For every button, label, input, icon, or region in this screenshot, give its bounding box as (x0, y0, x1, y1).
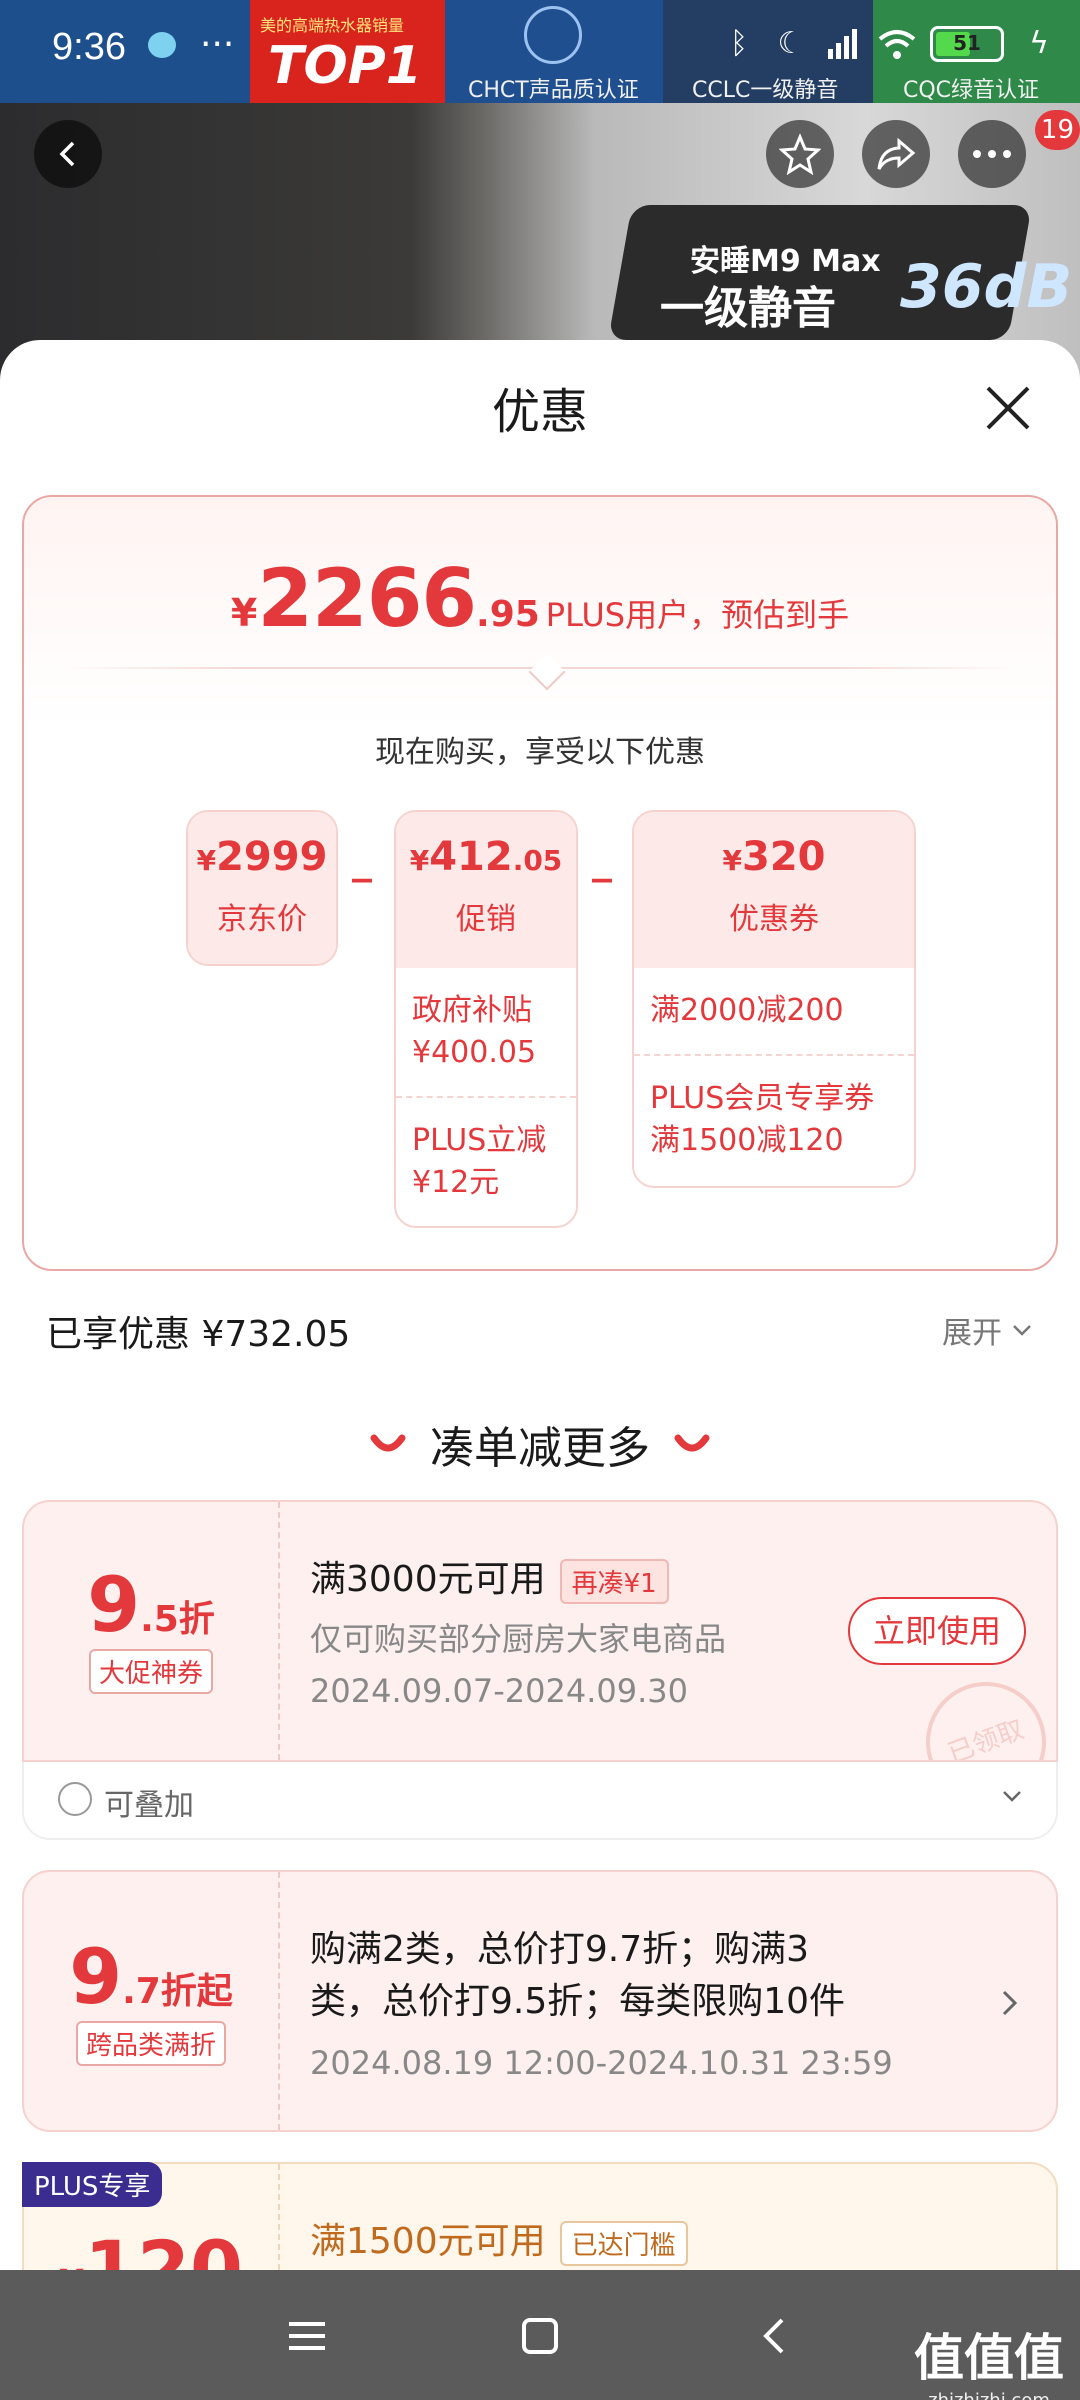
menu-nav-button[interactable] (277, 2306, 337, 2366)
stackable-row[interactable]: 可叠加 (22, 1762, 1058, 1840)
share-button[interactable] (862, 120, 930, 188)
coupon-gap-tag: 再凑¥1 (559, 1558, 669, 1604)
more-notifications-icon: ··· (200, 24, 235, 65)
coupon-title: 满1500元可用 已达门槛 (310, 2212, 688, 2266)
menu-icon (289, 2322, 325, 2350)
chevron-left-icon (59, 141, 75, 167)
chevron-down-icon (1003, 1791, 1021, 1802)
discount-sheet: 优惠 ¥2266.95 PLUS用户，预估到手 现在购买，享受以下优惠 ¥2999… (0, 340, 1080, 2270)
coupon-type-tag: 大促神券 (88, 1649, 213, 1694)
smile-decoration-icon (674, 1434, 710, 1452)
status-icons: ᛒ ☾ 51 ϟ (722, 26, 1056, 62)
claimed-stamp: 已领取 (909, 1665, 1056, 1760)
coupon-chip: ¥320 优惠券 满2000减200 PLUS会员专享券 满1500减120 (632, 810, 916, 1188)
coupon-date: 2024.08.19 12:00-2024.10.31 23:59 (310, 2044, 893, 2082)
plus-exclusive-badge: PLUS专享 (22, 2162, 163, 2207)
notification-bubble-icon (148, 32, 176, 58)
back-triangle-icon (763, 2318, 784, 2354)
coupon-card: ¥120 满1500元可用已达门槛 (22, 2162, 1058, 2270)
stack-icon (58, 1782, 92, 1816)
cert-seal-icon (524, 6, 582, 64)
minus-sign: _ (352, 837, 372, 883)
share-icon (877, 137, 916, 170)
coupon-title: 满3000元可用 再凑¥1 (310, 1550, 669, 1604)
close-icon (986, 386, 1030, 430)
enjoyed-discount: 已享优惠 ¥732.05 (46, 1314, 351, 1355)
battery-icon: 51 (930, 26, 1004, 62)
status-time: 9:36 (52, 26, 126, 68)
jd-price-chip: ¥2999 京东价 (186, 810, 338, 966)
watermark-logo: 值值值 zhizhizhi.com (914, 2329, 1064, 2400)
expand-button[interactable]: 展开 (942, 1308, 1034, 1352)
promo-row-gov-subsidy: 政府补贴 ¥400.05 (412, 993, 537, 1070)
breakdown-subtitle: 现在购买，享受以下优惠 (375, 735, 705, 770)
wifi-icon (878, 27, 916, 61)
charging-icon: ϟ (1029, 26, 1049, 61)
cert-caption-3: CQC绿音认证 (903, 78, 1040, 103)
coupon-discount: 9.7折起 跨品类满折 (24, 1872, 278, 2066)
home-nav-button[interactable] (510, 2306, 570, 2366)
coupon-desc: 仅可购买部分厨房大家电商品 (310, 1620, 727, 1658)
notification-count-badge: 19 (1034, 110, 1080, 150)
favorite-button[interactable] (766, 120, 834, 188)
coupon-row-2000: 满2000减200 (650, 993, 844, 1028)
minus-sign: _ (592, 837, 612, 883)
smile-decoration-icon (370, 1434, 406, 1452)
back-button[interactable] (34, 120, 102, 188)
promo-row-plus: PLUS立减 ¥12元 (396, 1096, 576, 1226)
product-feature: 一级静音 (660, 283, 836, 334)
coupon-row-plus: PLUS会员专享券 满1500减120 (634, 1054, 914, 1184)
more-dots-icon (973, 150, 1011, 158)
chevron-down-icon (1013, 1325, 1031, 1336)
star-icon (779, 133, 821, 175)
coupon-discount: 9.5折 大促神券 (24, 1502, 278, 1694)
home-square-icon (522, 2318, 558, 2354)
coupon-desc-line2: 类，总价打9.5折；每类限购10件 (310, 1981, 846, 2022)
price-breakdown-card: ¥2266.95 PLUS用户，预估到手 现在购买，享受以下优惠 ¥2999 京东… (22, 495, 1058, 1271)
coupon-date: 2024.09.07-2024.09.30 (310, 1672, 688, 1710)
coupon-type-tag: 跨品类满折 (75, 2021, 226, 2066)
section-title-more: 凑单减更多 (0, 1412, 1080, 1476)
chevron-right-icon (1002, 1990, 1018, 2016)
divider-notch (528, 653, 566, 691)
coupon-card[interactable]: 9.7折起 跨品类满折 购满2类，总价打9.7折；购满3 类，总价打9.5折；每… (22, 1870, 1058, 2132)
use-now-button[interactable]: 立即使用 (848, 1597, 1026, 1665)
more-button[interactable] (958, 120, 1026, 188)
bluetooth-icon: ᛒ (730, 26, 748, 61)
back-nav-button[interactable] (744, 2306, 804, 2366)
estimated-price: ¥2266.95 PLUS用户，预估到手 (230, 552, 850, 645)
dnd-moon-icon: ☾ (777, 26, 805, 61)
close-button[interactable] (980, 380, 1036, 436)
cert-caption-2: CCLC一级静音 (692, 78, 839, 103)
coupon-threshold-tag: 已达门槛 (559, 2220, 688, 2266)
cert-caption-1: CHCT声品质认证 (468, 78, 639, 103)
product-db: 36dB (900, 252, 1073, 322)
coupon-card: 9.5折 大促神券 满3000元可用 再凑¥1 仅可购买部分厨房大家电商品 202… (22, 1500, 1058, 1762)
sheet-title: 优惠 (491, 384, 588, 440)
coupon-desc-line1: 购满2类，总价打9.7折；购满3 (310, 1929, 810, 1970)
promo-chip: ¥412.05 促销 政府补贴 ¥400.05 PLUS立减 ¥12元 (394, 810, 578, 1228)
banner-top1: 美的高端热水器销量 TOP1 (250, 0, 445, 103)
signal-icon (826, 27, 860, 61)
